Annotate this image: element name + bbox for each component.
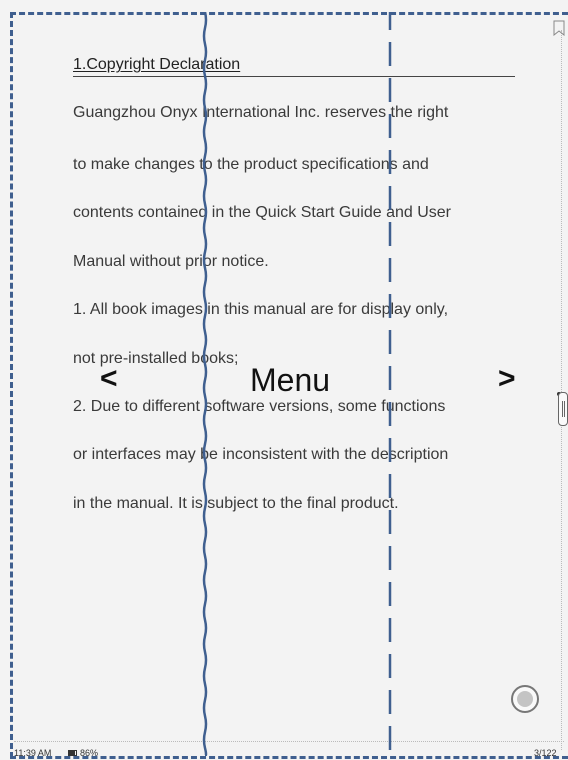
zone-border-top xyxy=(10,12,568,15)
floating-action-button[interactable] xyxy=(511,685,539,713)
document-line: Guangzhou Onyx International Inc. reserv… xyxy=(73,104,449,121)
page-edge-right xyxy=(561,30,562,750)
section-heading: 1.Copyright Declaration xyxy=(73,56,515,77)
zone-divider-left xyxy=(202,12,208,756)
document-line: to make changes to the product specifica… xyxy=(73,156,429,173)
reader-page: 1.Copyright Declaration Guangzhou Onyx I… xyxy=(0,0,568,760)
menu-zone[interactable]: Menu xyxy=(250,362,330,399)
zone-border-left xyxy=(10,12,13,758)
bookmark-icon[interactable] xyxy=(553,20,565,36)
document-line: contents contained in the Quick Start Gu… xyxy=(73,204,451,221)
document-line: in the manual. It is subject to the fina… xyxy=(73,495,399,512)
document-line: Manual without prior notice. xyxy=(73,253,269,270)
zone-divider-right xyxy=(388,12,392,750)
page-edge-bottom xyxy=(14,741,564,742)
page-indicator: 3/122 xyxy=(534,748,557,758)
status-time: 11:39 AM xyxy=(14,748,52,758)
next-page-zone[interactable]: > xyxy=(498,362,516,396)
document-line: or interfaces may be inconsistent with t… xyxy=(73,446,449,463)
prev-page-zone[interactable]: < xyxy=(100,362,118,396)
scroll-handle[interactable] xyxy=(558,392,568,426)
status-battery: 86% xyxy=(80,748,99,758)
battery-icon xyxy=(68,750,77,756)
document-line: 2. Due to different software versions, s… xyxy=(73,398,446,415)
document-line: 1. All book images in this manual are fo… xyxy=(73,301,449,318)
